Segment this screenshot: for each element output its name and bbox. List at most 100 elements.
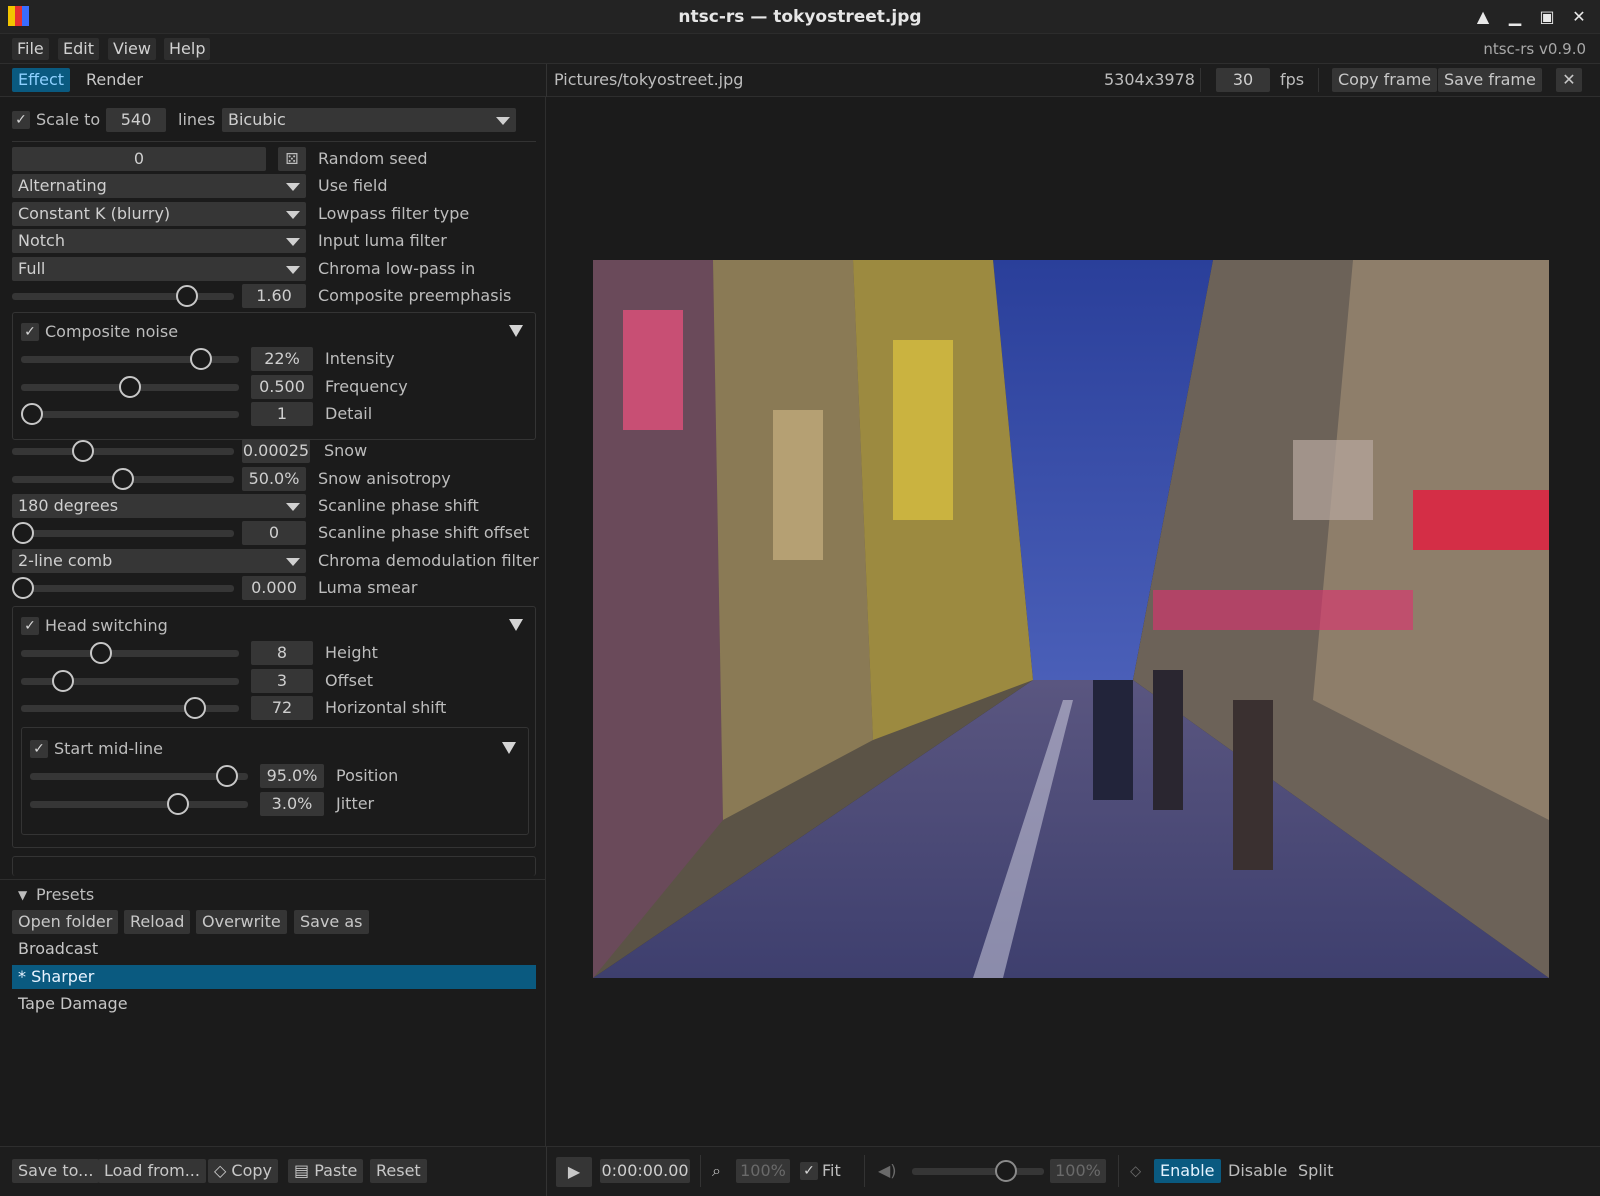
disable-button[interactable]: Disable bbox=[1228, 1159, 1287, 1183]
use-field-label: Use field bbox=[318, 176, 388, 195]
random-seed-input[interactable]: 0 bbox=[12, 147, 266, 171]
close-icon[interactable]: ✕ bbox=[1570, 5, 1588, 27]
head-hshift-value[interactable]: 72 bbox=[251, 696, 313, 720]
volume-level[interactable]: 100% bbox=[1050, 1159, 1106, 1183]
copy-frame-button[interactable]: Copy frame bbox=[1332, 68, 1438, 92]
luma-smear-slider[interactable] bbox=[12, 576, 234, 600]
scanline-phase-offset-slider[interactable] bbox=[12, 521, 234, 545]
scanline-phase-shift-dropdown[interactable]: 180 degrees bbox=[12, 494, 306, 518]
head-hshift-slider[interactable] bbox=[21, 696, 239, 720]
menu-edit[interactable]: Edit bbox=[58, 38, 99, 60]
scale-lines-input[interactable]: 540 bbox=[106, 108, 166, 132]
timecode[interactable]: 0:00:00.00 bbox=[600, 1159, 690, 1183]
maximize-icon[interactable]: ▣ bbox=[1538, 5, 1556, 27]
reset-button[interactable]: Reset bbox=[370, 1159, 427, 1183]
mid-line-jitter-slider[interactable] bbox=[30, 792, 248, 816]
paste-button[interactable]: ▤ Paste bbox=[288, 1159, 364, 1183]
composite-preemphasis-slider[interactable] bbox=[12, 284, 234, 308]
start-mid-line-label: Start mid-line bbox=[54, 739, 164, 758]
head-offset-label: Offset bbox=[325, 671, 374, 690]
noise-intensity-value[interactable]: 22% bbox=[251, 347, 313, 371]
restore-icon[interactable]: ▲ bbox=[1474, 5, 1492, 27]
noise-detail-value[interactable]: 1 bbox=[251, 402, 313, 426]
input-luma-dropdown[interactable]: Notch bbox=[12, 229, 306, 253]
fit-checkbox[interactable]: ✓ bbox=[800, 1162, 818, 1180]
noise-detail-slider[interactable] bbox=[21, 402, 239, 426]
tab-effect[interactable]: Effect bbox=[12, 68, 71, 92]
composite-preemphasis-value[interactable]: 1.60 bbox=[242, 284, 306, 308]
composite-noise-group: ✓ Composite noise 22% Intensity 0.500 Fr… bbox=[12, 312, 536, 440]
preset-item-selected[interactable]: * Sharper bbox=[12, 965, 536, 989]
enable-button[interactable]: Enable bbox=[1154, 1159, 1221, 1183]
play-icon[interactable]: ▶ bbox=[556, 1157, 592, 1187]
preset-item[interactable]: Tape Damage bbox=[12, 992, 536, 1016]
luma-smear-value[interactable]: 0.000 bbox=[242, 576, 306, 600]
head-offset-slider[interactable] bbox=[21, 669, 239, 693]
zoom-level[interactable]: 100% bbox=[736, 1159, 790, 1183]
head-height-slider[interactable] bbox=[21, 641, 239, 665]
collapse-icon[interactable] bbox=[509, 619, 523, 631]
scale-label: Scale to bbox=[36, 110, 101, 129]
scale-filter-value: Bicubic bbox=[228, 110, 286, 129]
snow-anisotropy-value[interactable]: 50.0% bbox=[242, 467, 306, 491]
split-button[interactable]: Split bbox=[1298, 1159, 1333, 1183]
fps-input[interactable]: 30 bbox=[1216, 68, 1270, 92]
load-from-button[interactable]: Load from... bbox=[98, 1159, 206, 1183]
chroma-demod-dropdown[interactable]: 2-line comb bbox=[12, 549, 306, 573]
menu-file[interactable]: File bbox=[12, 38, 49, 60]
use-field-value: Alternating bbox=[18, 176, 107, 195]
noise-frequency-value[interactable]: 0.500 bbox=[251, 375, 313, 399]
lowpass-filter-dropdown[interactable]: Constant K (blurry) bbox=[12, 202, 306, 226]
copy-button[interactable]: ◇ Copy bbox=[208, 1159, 278, 1183]
noise-frequency-slider[interactable] bbox=[21, 375, 239, 399]
chevron-down-icon bbox=[496, 117, 510, 125]
head-height-value[interactable]: 8 bbox=[251, 641, 313, 665]
menu-view[interactable]: View bbox=[108, 38, 156, 60]
mid-line-position-slider[interactable] bbox=[30, 764, 248, 788]
chroma-lowpass-dropdown[interactable]: Full bbox=[12, 257, 306, 281]
composite-noise-checkbox[interactable]: ✓ bbox=[21, 323, 39, 341]
tab-render[interactable]: Render bbox=[80, 68, 149, 92]
noise-intensity-slider[interactable] bbox=[21, 347, 239, 371]
scale-checkbox[interactable]: ✓ bbox=[12, 111, 30, 129]
volume-icon[interactable]: ◀) bbox=[878, 1159, 897, 1183]
open-folder-button[interactable]: Open folder bbox=[12, 910, 119, 934]
overwrite-button[interactable]: Overwrite bbox=[196, 910, 287, 934]
save-to-button[interactable]: Save to... bbox=[12, 1159, 100, 1183]
chevron-down-icon bbox=[286, 558, 300, 566]
scale-filter-dropdown[interactable]: Bicubic bbox=[222, 108, 516, 132]
chevron-down-icon bbox=[286, 503, 300, 511]
toolbar: Effect Render Pictures/tokyostreet.jpg 5… bbox=[0, 64, 1600, 97]
luma-smear-label: Luma smear bbox=[318, 578, 418, 597]
minimize-icon[interactable]: ▁ bbox=[1506, 5, 1524, 27]
reload-button[interactable]: Reload bbox=[124, 910, 191, 934]
mid-line-jitter-value[interactable]: 3.0% bbox=[260, 792, 324, 816]
snow-value[interactable]: 0.00025 bbox=[242, 439, 310, 463]
scanline-phase-offset-value[interactable]: 0 bbox=[242, 521, 306, 545]
snow-anisotropy-slider[interactable] bbox=[12, 467, 234, 491]
use-field-dropdown[interactable]: Alternating bbox=[12, 174, 306, 198]
collapse-icon[interactable] bbox=[509, 325, 523, 337]
preset-item[interactable]: Broadcast bbox=[12, 937, 536, 961]
start-mid-line-checkbox[interactable]: ✓ bbox=[30, 740, 48, 758]
version-label: ntsc-rs v0.9.0 bbox=[1483, 40, 1586, 58]
collapse-icon[interactable] bbox=[502, 742, 516, 754]
head-switching-group: ✓ Head switching 8 Height 3 Offset 72 Ho… bbox=[12, 606, 536, 848]
mid-line-position-value[interactable]: 95.0% bbox=[260, 764, 324, 788]
snow-anisotropy-label: Snow anisotropy bbox=[318, 469, 451, 488]
volume-slider[interactable] bbox=[912, 1159, 1044, 1183]
snow-slider[interactable] bbox=[12, 439, 234, 463]
file-path: Pictures/tokyostreet.jpg bbox=[554, 70, 744, 89]
head-offset-value[interactable]: 3 bbox=[251, 669, 313, 693]
save-frame-button[interactable]: Save frame bbox=[1438, 68, 1542, 92]
presets-expand-icon[interactable]: ▼ bbox=[18, 883, 27, 907]
dice-icon[interactable]: ⚄ bbox=[278, 147, 306, 171]
close-image-button[interactable]: ✕ bbox=[1556, 68, 1582, 92]
fit-label: Fit bbox=[822, 1161, 841, 1180]
head-switching-checkbox[interactable]: ✓ bbox=[21, 617, 39, 635]
head-hshift-label: Horizontal shift bbox=[325, 698, 447, 717]
collapsed-group-edge bbox=[12, 856, 536, 876]
preview-image[interactable] bbox=[593, 260, 1549, 978]
save-as-button[interactable]: Save as bbox=[294, 910, 369, 934]
menu-help[interactable]: Help bbox=[164, 38, 211, 60]
